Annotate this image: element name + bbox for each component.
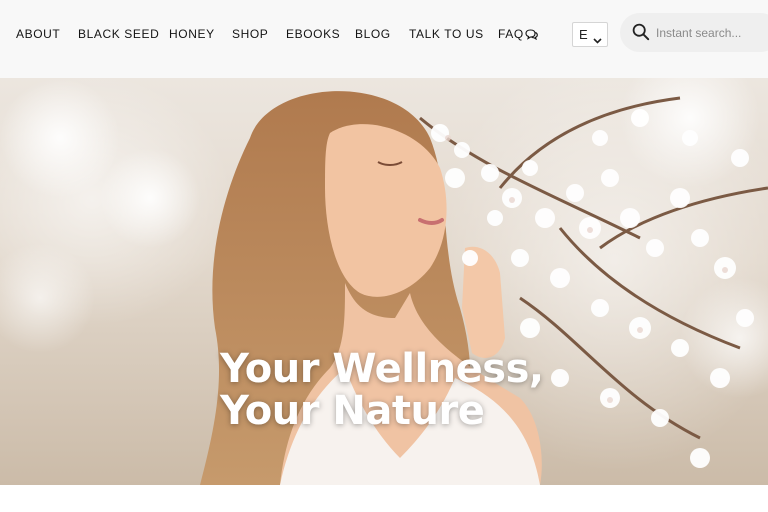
nav-item-talk-to-us[interactable]: TALK TO US <box>409 27 484 41</box>
page-content-area <box>0 485 768 512</box>
hero-title-line-2: Your Nature <box>220 388 485 434</box>
nav-item-about[interactable]: ABOUT <box>16 27 60 41</box>
language-select[interactable]: E <box>572 22 608 47</box>
nav-item-shop[interactable]: SHOP <box>232 27 268 41</box>
nav-item-faq-label: FAQ <box>498 27 524 41</box>
search-box <box>620 13 768 52</box>
hero-title: Your Wellness, Your Nature <box>220 348 544 432</box>
chevron-down-icon <box>593 32 602 47</box>
chat-bubbles-icon <box>525 29 538 43</box>
search-input[interactable] <box>656 23 766 43</box>
nav-item-black-seed[interactable]: BLACK SEED <box>78 27 159 41</box>
hero-banner: Your Wellness, Your Nature <box>0 78 768 485</box>
site-header: ABOUT BLACK SEED HONEY SHOP EBOOKS BLOG … <box>0 0 768 78</box>
nav-item-faq[interactable]: FAQ <box>498 27 538 43</box>
nav-item-honey[interactable]: HONEY <box>169 27 215 41</box>
language-value: E <box>579 27 588 42</box>
nav-item-ebooks[interactable]: EBOOKS <box>286 27 340 41</box>
nav-item-blog[interactable]: BLOG <box>355 27 391 41</box>
search-icon[interactable] <box>632 23 650 45</box>
hero-title-line-1: Your Wellness, <box>220 346 544 392</box>
